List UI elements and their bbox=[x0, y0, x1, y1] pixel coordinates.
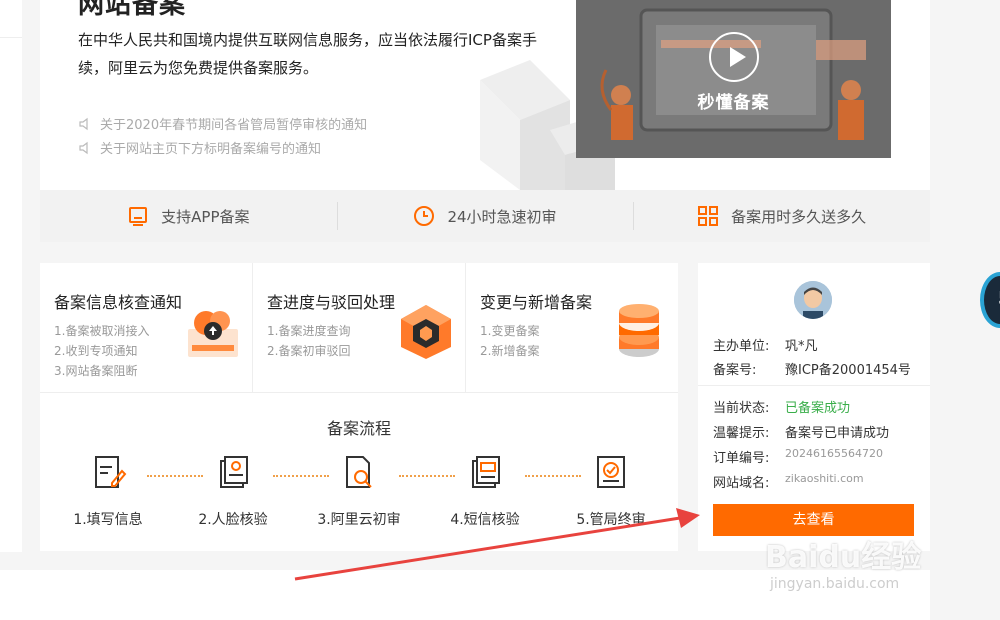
status-row: 当前状态: 已备案成功 bbox=[713, 397, 850, 416]
order-row: 订单编号: 20246165564720 bbox=[713, 447, 883, 466]
left-panel-header bbox=[0, 0, 22, 38]
document-search-icon bbox=[346, 456, 372, 488]
domain-row: 网站域名: zikaoshiti.com bbox=[713, 472, 864, 491]
service-card-progress[interactable]: 查进度与驳回处理 1.备案进度查询 2.备案初审驳回 bbox=[253, 263, 466, 392]
flow-title: 备案流程 bbox=[326, 419, 391, 438]
feature-bar: 支持APP备案 24小时急速初审 备案用时多久送多久 bbox=[40, 190, 930, 242]
feature-label: 24小时急速初审 bbox=[447, 207, 557, 226]
play-icon[interactable] bbox=[709, 32, 759, 82]
flow-step-2: 2.人脸核验 bbox=[178, 453, 288, 529]
status-label: 当前状态: bbox=[713, 401, 770, 416]
order-value: 20246165564720 bbox=[785, 447, 883, 460]
notice-text: 关于网站主页下方标明备案编号的通知 bbox=[100, 142, 322, 157]
flow-step-label: 2.人脸核验 bbox=[198, 512, 268, 528]
sponsor-row: 主办单位: 巩*凡 bbox=[713, 335, 818, 354]
watermark-url: jingyan.baidu.com bbox=[770, 576, 900, 592]
order-label: 订单编号: bbox=[713, 451, 770, 466]
watermark-logo: Baidu经验 bbox=[765, 540, 922, 575]
hero-banner: 网站备案 在中华人民共和国境内提供互联网信息服务，应当依法履行ICP备案手续，阿… bbox=[40, 0, 930, 190]
record-info-panel: 主办单位: 巩*凡 备案号: 豫ICP备20001454号 当前状态: 已备案成… bbox=[698, 263, 930, 551]
divider bbox=[698, 385, 930, 386]
flow-step-3: 3.阿里云初审 bbox=[304, 453, 414, 529]
tip-row: 温馨提示: 备案号已申请成功 bbox=[713, 422, 889, 441]
flow-step-5: 5.管局终审 bbox=[556, 453, 666, 529]
notice-link-1[interactable]: 关于2020年春节期间各省管局暂停审核的通知 bbox=[78, 114, 367, 133]
flow-step-label: 4.短信核验 bbox=[450, 512, 520, 528]
notice-link-2[interactable]: 关于网站主页下方标明备案编号的通知 bbox=[78, 138, 321, 157]
sponsor-value: 巩*凡 bbox=[785, 339, 818, 354]
feature-bonus: 备案用时多久送多久 bbox=[633, 190, 930, 242]
record-label: 备案号: bbox=[713, 363, 757, 378]
flow-step-1: 1.填写信息 bbox=[53, 453, 163, 529]
flow-step-label: 5.管局终审 bbox=[576, 512, 646, 528]
feature-label: 支持APP备案 bbox=[161, 207, 250, 226]
database-icon bbox=[619, 304, 659, 357]
status-badge: 已备案成功 bbox=[785, 401, 851, 416]
video-player[interactable]: 秒懂备案 bbox=[576, 0, 891, 158]
flow-step-label: 1.填写信息 bbox=[73, 512, 143, 528]
tip-label: 温馨提示: bbox=[713, 426, 770, 441]
speaker-icon bbox=[79, 117, 88, 130]
video-label: 秒懂备案 bbox=[697, 93, 770, 113]
feature-fast: 24小时急速初审 bbox=[336, 190, 634, 242]
flow-step-4: 4.短信核验 bbox=[430, 453, 540, 529]
tip-value: 备案号已申请成功 bbox=[785, 426, 890, 441]
sms-icon bbox=[472, 456, 500, 488]
speaker-icon bbox=[79, 141, 88, 154]
user-avatar-icon bbox=[794, 281, 832, 319]
flow-step-label: 3.阿里云初审 bbox=[317, 512, 401, 528]
face-id-icon bbox=[220, 456, 248, 488]
form-edit-icon bbox=[95, 456, 127, 488]
record-row: 备案号: 豫ICP备20001454号 bbox=[713, 359, 911, 378]
approval-icon bbox=[597, 456, 625, 488]
cloud-upload-icon bbox=[188, 311, 238, 357]
service-item[interactable]: 3.网站备案阻断 bbox=[54, 361, 252, 381]
services-panel: 备案信息核查通知 1.备案被取消接入 2.收到专项通知 3.网站备案阻断 查进度… bbox=[40, 263, 678, 551]
service-card-change[interactable]: 变更与新增备案 1.变更备案 2.新增备案 bbox=[466, 263, 678, 392]
grid-icon bbox=[698, 206, 719, 226]
record-value: 豫ICP备20001454号 bbox=[785, 363, 911, 378]
sponsor-label: 主办单位: bbox=[713, 339, 770, 354]
service-card-verify[interactable]: 备案信息核查通知 1.备案被取消接入 2.收到专项通知 3.网站备案阻断 bbox=[40, 263, 253, 392]
hero-title: 网站备案 bbox=[78, 0, 187, 20]
flow-steps: 1.填写信息 2.人脸核验 3.阿里云初审 4.短信核验 5.管局终审 bbox=[40, 453, 678, 533]
left-panel bbox=[0, 0, 22, 552]
feature-app: 支持APP备案 bbox=[40, 190, 337, 242]
notice-text: 关于2020年春节期间各省管局暂停审核的通知 bbox=[100, 118, 368, 133]
domain-label: 网站域名: bbox=[713, 476, 770, 491]
feature-label: 备案用时多久送多久 bbox=[731, 207, 867, 226]
clock-icon bbox=[414, 206, 435, 226]
avatar bbox=[794, 281, 832, 319]
cube-icon bbox=[401, 305, 451, 359]
monitor-icon bbox=[129, 207, 148, 226]
domain-value: zikaoshiti.com bbox=[785, 472, 864, 485]
